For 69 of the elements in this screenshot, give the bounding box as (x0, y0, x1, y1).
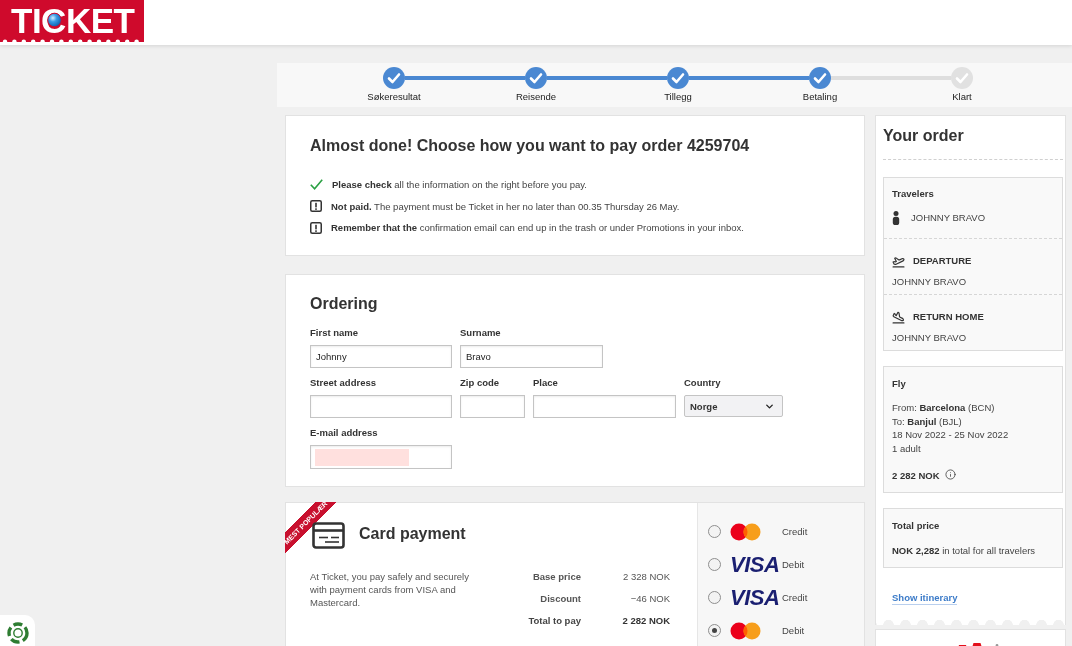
total-text: NOK 2,282 in total for all travelers (892, 545, 1037, 557)
step-label: Klart (952, 91, 972, 103)
field-label: First name (310, 327, 360, 339)
field-label: Surname (460, 327, 502, 339)
step-label: Betaling (802, 91, 838, 103)
traveler-name: JOHNNY BRAVO (892, 276, 968, 288)
person-icon (892, 211, 900, 225)
traveler-name: JOHNNY BRAVO (892, 332, 968, 344)
page-heading: Almost done! Choose how you want to pay order 4259704 (310, 136, 751, 155)
field-label: Country (684, 377, 722, 389)
flight-detail: 18 Nov 2022 - 25 Nov 2022 (892, 428, 1010, 442)
box-heading: RETURN HOME (913, 311, 984, 323)
price-value: −46 NOK (629, 592, 670, 605)
box-heading: Total price (892, 520, 941, 532)
notice-text: Remember that the confirmation email can end up in the trash or under Promotions in your inbox. (331, 221, 744, 234)
box-heading: Fly (892, 378, 907, 390)
price-label: Total to pay (527, 614, 581, 627)
radio-button[interactable] (708, 591, 721, 604)
box-heading: DEPARTURE (913, 255, 972, 267)
input-field[interactable]: Johnny (310, 345, 452, 368)
price-value: 2 328 NOK (622, 570, 670, 583)
card-type-label: Debit (782, 558, 805, 571)
site-logo[interactable]: TICKET (0, 0, 144, 42)
itinerary-link[interactable]: Show itinerary (892, 592, 958, 605)
card-type-label: Credit (782, 591, 808, 604)
price-label: Base price (531, 570, 581, 583)
flight-detail: 1 adult (892, 441, 922, 455)
country-select[interactable]: Norge (684, 395, 783, 417)
input-field[interactable] (533, 395, 676, 418)
exclamation-square-icon (310, 221, 322, 234)
box-heading: Travelers (892, 188, 935, 200)
step-label: Tillegg (664, 91, 692, 103)
field-label: Place (533, 377, 559, 389)
price-label: Discount (539, 592, 581, 605)
circular-arrows-icon[interactable] (0, 615, 35, 646)
payment-title: Card payment (359, 524, 466, 543)
field-label: E-mail address (310, 427, 379, 439)
section-heading: Ordering (310, 294, 379, 313)
check-icon (310, 179, 323, 190)
traveler-name: JOHNNY BRAVO (911, 212, 986, 224)
input-field[interactable] (460, 395, 525, 418)
input-field[interactable] (310, 445, 452, 469)
flight-detail: To: Banjul (BJL) (892, 414, 963, 428)
radio-button[interactable] (708, 624, 721, 637)
price-value: 2 282 NOK (621, 614, 670, 627)
input-field[interactable] (310, 395, 452, 418)
field-label: Street address (310, 377, 377, 389)
visa-logo: VISA (730, 587, 780, 608)
info-icon[interactable] (944, 469, 956, 480)
flight-detail: From: Barcelona (BCN) (892, 401, 996, 415)
notice-text: Not paid. The payment must be Ticket in her no later than 00.35 Thursday 26 May. (331, 199, 680, 213)
step-label: Søkeresultat (367, 91, 421, 103)
card-type-label: Credit (782, 525, 808, 538)
notice-text: Please check all the information on the right before you pay. (332, 178, 587, 191)
mastercard-logo (730, 621, 761, 640)
payment-description: At Ticket, you pay safely and securely with payment cards from VISA and Mastercard. (310, 570, 470, 610)
price-text: 2 282 NOK (892, 469, 940, 482)
plane-landing-icon (892, 310, 905, 324)
input-field[interactable]: Bravo (460, 345, 603, 368)
step-label: Reisende (515, 91, 557, 103)
visa-logo: VISA (730, 554, 780, 575)
panel-heading: Your order (883, 126, 965, 145)
exclamation-square-icon (310, 200, 322, 212)
radio-button[interactable] (708, 525, 721, 538)
radio-button[interactable] (708, 558, 721, 571)
field-label: Zip code (460, 377, 501, 389)
card-type-label: Debit (782, 624, 805, 637)
plane-takeoff-icon (892, 254, 905, 268)
mastercard-logo (730, 522, 761, 541)
